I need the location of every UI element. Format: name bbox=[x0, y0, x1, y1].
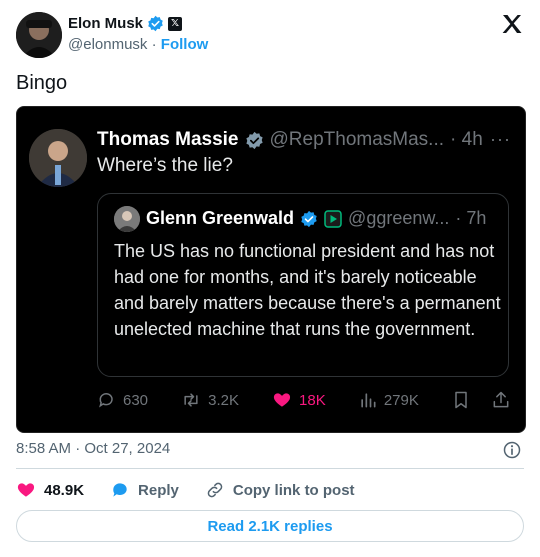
link-icon bbox=[207, 482, 223, 498]
like-count: 48.9K bbox=[44, 481, 85, 499]
copy-link-label: Copy link to post bbox=[232, 481, 355, 499]
bookmark-icon bbox=[455, 391, 467, 409]
quoted-post: Glenn Greenwald @ggreenw... · 7h The US … bbox=[97, 193, 509, 377]
post-action-bar: 48.9K Reply Copy link to post bbox=[16, 480, 355, 500]
quoted-author-row: Glenn Greenwald @ggreenw... · 7h bbox=[146, 208, 486, 229]
handle-row: @elonmusk · Follow bbox=[68, 36, 208, 53]
follow-button[interactable]: Follow bbox=[161, 36, 209, 53]
x-affiliation-icon: 𝕏 bbox=[168, 16, 183, 31]
more-options-icon: ··· bbox=[490, 129, 511, 149]
info-icon[interactable] bbox=[502, 440, 522, 460]
screenshot-likes-count: 18K bbox=[299, 391, 326, 409]
reply-label: Reply bbox=[138, 481, 179, 499]
screenshot-time: · 4h bbox=[450, 129, 483, 150]
post-text: Bingo bbox=[16, 72, 68, 94]
screenshot-views: 279K bbox=[358, 390, 419, 410]
screenshot-author-row: Thomas Massie @RepThomasMas... · 4h bbox=[97, 129, 483, 151]
screenshot-tools bbox=[451, 390, 511, 410]
screenshot-reposts-count: 3.2K bbox=[208, 391, 239, 409]
verified-badge-icon bbox=[148, 15, 163, 32]
quoted-text: The US has no functional president and h… bbox=[114, 241, 501, 339]
share-icon bbox=[493, 391, 509, 408]
screenshot-author-name: Thomas Massie bbox=[97, 129, 239, 150]
verified-badge-icon bbox=[301, 210, 317, 227]
play-badge-icon bbox=[324, 209, 342, 228]
attached-screenshot[interactable]: Thomas Massie @RepThomasMas... · 4h ··· … bbox=[16, 106, 526, 433]
x-logo-icon[interactable] bbox=[500, 12, 524, 36]
like-button[interactable]: 48.9K bbox=[16, 480, 84, 500]
copy-link-button[interactable]: Copy link to post bbox=[205, 480, 355, 500]
screenshot-replies-count: 630 bbox=[123, 391, 149, 409]
divider bbox=[16, 468, 524, 469]
quoted-author-name: Glenn Greenwald bbox=[146, 208, 295, 228]
screenshot-views-count: 279K bbox=[383, 391, 419, 409]
screenshot-action-bar: 630 3.2K 18K 279K bbox=[97, 389, 511, 411]
avatar-image bbox=[29, 129, 87, 187]
reply-button[interactable]: Reply bbox=[110, 480, 179, 500]
post-timestamp[interactable]: 8:58 AM · Oct 27, 2024 bbox=[16, 440, 170, 457]
heart-filled-icon bbox=[17, 483, 35, 497]
quoted-author-avatar bbox=[114, 206, 140, 232]
views-icon bbox=[361, 393, 376, 408]
gray-verified-badge-icon bbox=[245, 131, 263, 149]
screenshot-author-handle: @RepThomasMas... bbox=[269, 129, 445, 150]
author-name[interactable]: Elon Musk bbox=[68, 15, 143, 32]
read-replies-button[interactable]: Read 2.1K replies bbox=[16, 510, 524, 542]
quoted-time: · 7h bbox=[455, 208, 487, 228]
screenshot-replies: 630 bbox=[97, 390, 148, 410]
repost-icon bbox=[184, 393, 198, 407]
author-avatar[interactable] bbox=[16, 12, 62, 58]
embedded-post-card: Elon Musk 𝕏 @elonmusk · Follow Bingo Tho… bbox=[0, 0, 540, 557]
screenshot-text: Where’s the lie? bbox=[97, 155, 233, 176]
reply-icon bbox=[99, 393, 113, 408]
avatar-image bbox=[16, 12, 62, 58]
screenshot-likes: 18K bbox=[271, 390, 326, 410]
screenshot-reposts: 3.2K bbox=[180, 390, 239, 410]
screenshot-author-avatar bbox=[29, 129, 87, 187]
separator-dot: · bbox=[151, 36, 161, 53]
author-name-row[interactable]: Elon Musk 𝕏 bbox=[68, 15, 183, 32]
reply-bubble-icon bbox=[113, 483, 127, 497]
heart-filled-icon bbox=[273, 393, 291, 407]
avatar-image bbox=[114, 206, 140, 232]
author-handle[interactable]: @elonmusk bbox=[68, 36, 147, 53]
quoted-author-handle: @ggreenw... bbox=[348, 208, 450, 228]
